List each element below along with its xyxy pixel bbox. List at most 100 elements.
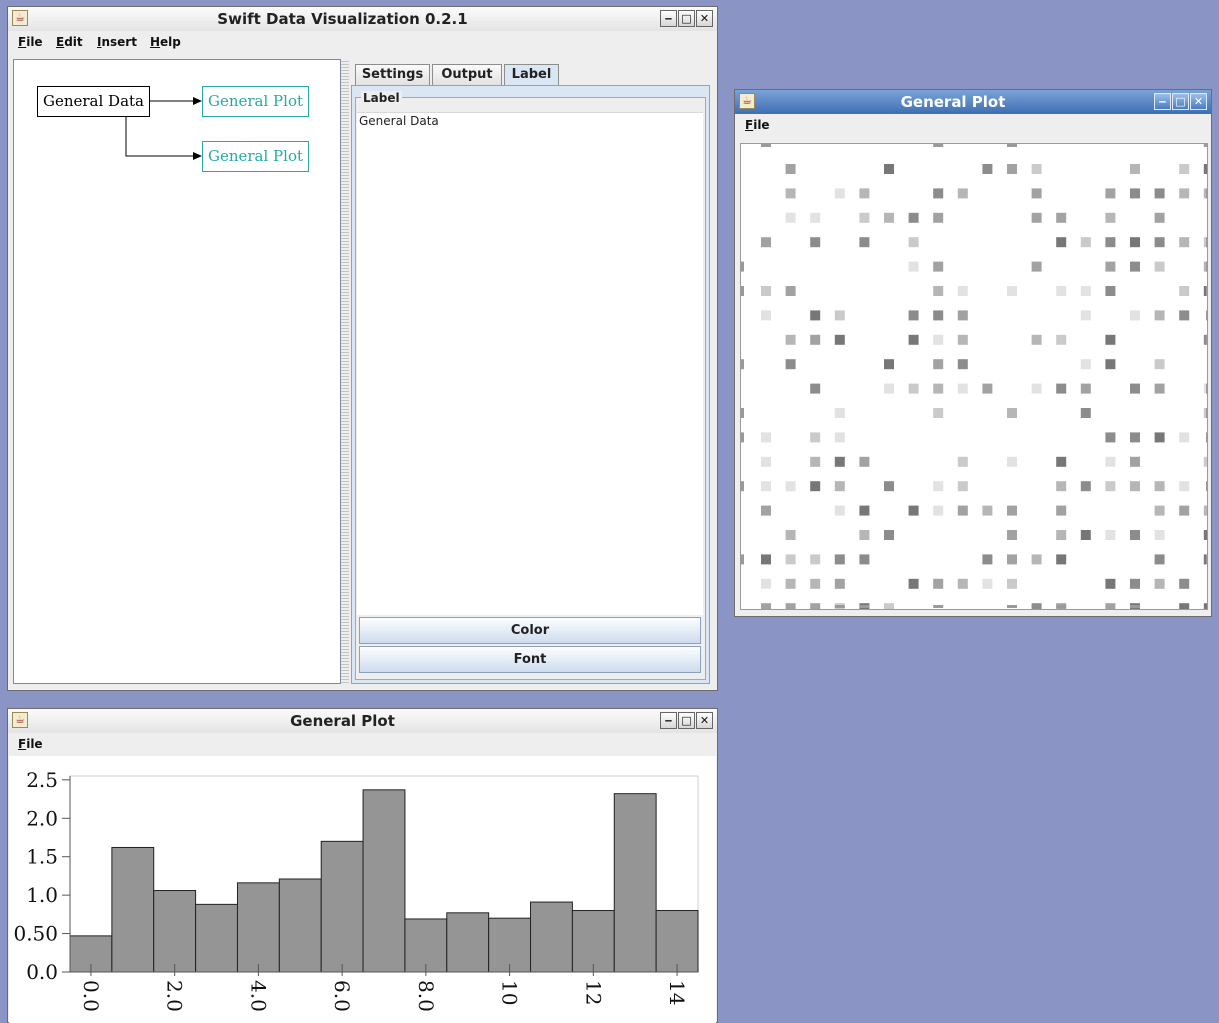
grid-cell [834,432,845,443]
grid-cell [785,481,796,492]
grid-cell [810,432,821,443]
grid-cell [1056,334,1067,345]
grid-cell [884,603,894,609]
grid-cell [1206,408,1207,418]
font-button[interactable]: Font [359,646,701,673]
label-text-area[interactable] [357,112,703,615]
grid-cell [1154,261,1165,272]
grid-cell [1130,261,1140,272]
grid-cell [1056,505,1067,516]
x-tick-label: 6.0 [330,980,354,1012]
grid-cell [1105,334,1116,345]
grid-cell [1206,554,1207,565]
grid-cell [1203,286,1207,296]
grid-cell [1206,310,1207,321]
general-plot-node-1[interactable]: General Plot [202,86,309,117]
grid-cell [957,188,968,199]
close-button[interactable]: ✕ [1190,93,1207,110]
histogram-titlebar[interactable]: ☕ General Plot ‒ □ ✕ [8,709,717,734]
grid-cell [1056,605,1067,608]
grid-cell [1206,286,1207,296]
grid-cell [1007,408,1017,418]
grid-cell [785,578,796,589]
grid-cell [1179,603,1190,609]
menu-file[interactable]: File [745,118,770,132]
grid-cell [1203,554,1207,565]
grid-cell [1154,505,1165,516]
minimize-button[interactable]: ‒ [1154,93,1171,110]
grid-cell [1203,603,1207,609]
grid-cell [957,481,968,492]
grid-cell [785,603,796,609]
grid-cell [1007,286,1017,296]
grid-cell [785,212,796,223]
grid-cell [859,456,870,467]
grid-cell [1031,603,1042,609]
grid-cell [957,456,968,467]
label-text-value: General Data [359,114,439,128]
minimize-button[interactable]: ‒ [660,712,677,729]
grid-cell [908,383,919,394]
menu-file[interactable]: File [18,737,43,751]
split-divider[interactable] [341,59,349,685]
grid-cell [1179,578,1190,589]
grid-cell [1179,286,1190,296]
grid-cell [1154,530,1165,540]
grid-cell [1206,261,1207,272]
tab-label[interactable]: Label [504,64,559,86]
grid-plot-titlebar[interactable]: ☕ General Plot ‒ □ ✕ [735,90,1211,115]
histogram-bar [613,793,657,973]
color-button[interactable]: Color [359,617,701,644]
grid-cell [761,456,771,467]
grid-cell [884,164,894,174]
grid-cell [1154,188,1165,199]
grid-cell [1031,334,1042,345]
grid-cell [933,261,944,272]
grid-cell [1056,554,1067,565]
grid-cell [1154,554,1165,565]
grid-cell [1105,261,1116,272]
grid-cell [1105,432,1116,443]
grid-cell [1203,383,1207,394]
grid-cell [741,286,744,296]
general-plot-node-2[interactable]: General Plot [202,141,309,172]
grid-cell [785,359,796,370]
grid-cell [761,432,771,443]
grid-plot-svg [741,144,1207,609]
grid-cell [1105,286,1116,296]
grid-cell [982,505,993,516]
grid-cell [884,359,894,370]
grid-cell [859,554,870,565]
grid-cell [1206,188,1207,199]
grid-cell [982,554,993,565]
grid-cell [1056,237,1067,248]
grid-cell [982,164,993,174]
grid-cell [1080,237,1091,248]
tab-output[interactable]: Output [432,64,502,86]
grid-cell [1130,530,1140,540]
tab-settings[interactable]: Settings [355,64,430,86]
grid-plot-title: General Plot [900,93,1006,111]
grid-cell [1206,383,1207,394]
grid-cell [1130,605,1140,608]
general-data-node[interactable]: General Data [37,86,150,117]
grid-cell [761,144,771,147]
close-button[interactable]: ✕ [696,712,713,729]
grid-cell [1154,578,1165,589]
grid-cell [1056,212,1067,223]
grid-cell [1203,261,1207,272]
grid-cell [933,334,944,345]
grid-cell [1056,383,1067,394]
grid-cell [908,334,919,345]
grid-cell [810,212,821,223]
grid-cell [859,605,870,608]
maximize-button[interactable]: □ [678,712,695,729]
grid-cell [810,603,821,609]
maximize-button[interactable]: □ [1172,93,1189,110]
histogram-bar [655,910,699,973]
y-tick-label: 2.0 [26,806,58,830]
grid-cell [761,505,771,516]
grid-cell [761,554,771,565]
grid-cell [1007,456,1017,467]
histogram-bar [320,840,364,973]
